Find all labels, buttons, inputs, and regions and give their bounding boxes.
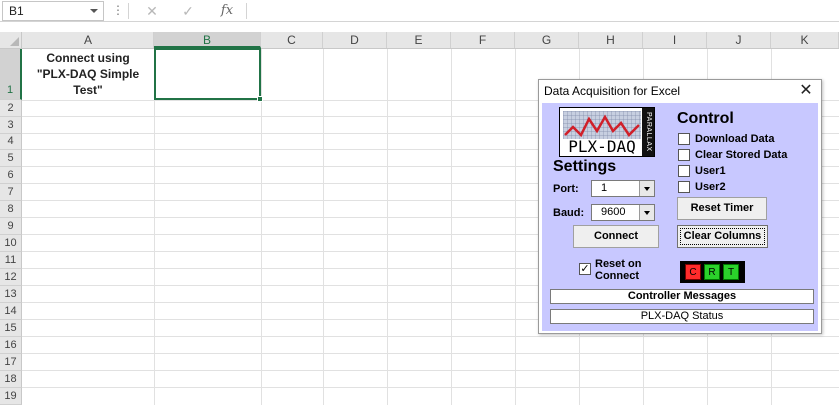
fill-handle[interactable] [257, 96, 263, 102]
clear-stored-data-checkbox[interactable] [678, 149, 690, 161]
gridline [22, 370, 839, 371]
user1-checkbox[interactable] [678, 165, 690, 177]
led-t-indicator: T [723, 264, 739, 280]
column-header-e[interactable]: E [387, 32, 451, 48]
row-header-3[interactable]: 3 [0, 117, 22, 134]
chevron-down-icon[interactable] [639, 205, 654, 220]
reset-on-connect-checkbox[interactable]: ✓ [579, 263, 591, 275]
port-label: Port: [553, 183, 579, 195]
clear-columns-button[interactable]: Clear Columns [677, 225, 768, 248]
cell-b1-selected[interactable] [154, 48, 263, 102]
reset-on-connect-label: Reset on Connect [595, 258, 641, 282]
logo-wave-graphic [563, 111, 641, 139]
connect-button[interactable]: Connect [573, 225, 659, 248]
status-leds: C R T [680, 261, 745, 283]
column-header-f[interactable]: F [451, 32, 515, 48]
row-header-8[interactable]: 8 [0, 201, 22, 218]
gridline [387, 49, 388, 405]
column-header-h[interactable]: H [579, 32, 643, 48]
row-header-16[interactable]: 16 [0, 337, 22, 354]
formula-bar-separator-2 [246, 3, 247, 19]
formula-input[interactable] [248, 1, 839, 21]
name-box-value: B1 [9, 4, 24, 18]
close-icon[interactable]: ✕ [797, 82, 815, 100]
download-data-checkbox[interactable] [678, 133, 690, 145]
user2-label: User2 [695, 181, 726, 193]
port-value: 1 [601, 182, 608, 194]
name-box-dropdown-icon[interactable] [90, 9, 98, 13]
reset-on-connect-line-2: Connect [595, 270, 639, 282]
cell-a1-line-3: Test" [73, 83, 103, 97]
settings-title: Settings [553, 158, 617, 175]
row-header-4[interactable]: 4 [0, 134, 22, 150]
led-r-indicator: R [704, 264, 720, 280]
gridline [22, 353, 839, 354]
gridline [154, 49, 155, 405]
gridline [451, 49, 452, 405]
row-header-11[interactable]: 11 [0, 252, 22, 269]
column-header-a[interactable]: A [23, 32, 154, 48]
column-header-j[interactable]: J [707, 32, 771, 48]
reset-on-connect-line-1: Reset on [595, 258, 642, 270]
reset-timer-button[interactable]: Reset Timer [677, 197, 767, 220]
formula-bar-separator [128, 3, 129, 19]
row-header-7[interactable]: 7 [0, 184, 22, 201]
formula-bar: B1 ⋮ ✕ ✓ fx [0, 0, 839, 22]
column-header-row: A B C D E F G H I J K [0, 32, 839, 49]
cancel-icon[interactable]: ✕ [142, 1, 162, 21]
baud-label: Baud: [553, 207, 585, 219]
user2-checkbox[interactable] [678, 181, 690, 193]
row-header-13[interactable]: 13 [0, 286, 22, 303]
column-header-c[interactable]: C [261, 32, 323, 48]
row-header-15[interactable]: 15 [0, 320, 22, 337]
row-header-2[interactable]: 2 [0, 100, 22, 117]
dialog-body: PLX-DAQ PARALLAX Settings Port: 1 Baud: … [542, 103, 818, 331]
insert-function-icon[interactable]: fx [217, 1, 237, 21]
cell-a1-line-2: "PLX-DAQ Simple [36, 67, 140, 81]
plx-daq-logo: PLX-DAQ PARALLAX [559, 107, 655, 157]
gridline [323, 49, 324, 405]
logo-wave-icon [563, 111, 641, 139]
dialog-title: Data Acquisition for Excel [544, 84, 681, 98]
row-header-9[interactable]: 9 [0, 218, 22, 235]
user1-label: User1 [695, 165, 726, 177]
row-header-19[interactable]: 19 [0, 388, 22, 405]
row-header-12[interactable]: 12 [0, 269, 22, 286]
column-header-i[interactable]: I [643, 32, 707, 48]
row-header-14[interactable]: 14 [0, 303, 22, 320]
baud-select[interactable]: 9600 [591, 204, 655, 221]
column-header-k[interactable]: K [771, 32, 839, 48]
clear-stored-data-label: Clear Stored Data [695, 149, 788, 161]
enter-icon[interactable]: ✓ [178, 1, 198, 21]
download-data-label: Download Data [695, 133, 775, 145]
row-header-10[interactable]: 10 [0, 235, 22, 252]
gridline [22, 387, 839, 388]
gridline [261, 49, 262, 405]
column-header-b[interactable]: B [154, 32, 261, 48]
gridline [515, 49, 516, 405]
more-options-icon[interactable]: ⋮ [112, 2, 124, 20]
led-c-indicator: C [685, 264, 701, 280]
port-select[interactable]: 1 [591, 180, 655, 197]
row-header-1[interactable]: 1 [0, 49, 22, 100]
select-all-corner[interactable] [0, 32, 22, 48]
plx-daq-dialog: Data Acquisition for Excel ✕ PLX-DAQ PAR [538, 79, 822, 334]
controller-messages-box: Controller Messages [550, 289, 814, 304]
baud-value: 9600 [601, 206, 626, 218]
row-header-18[interactable]: 18 [0, 371, 22, 388]
control-title: Control [677, 110, 734, 127]
gridline [22, 336, 839, 337]
cell-a1[interactable]: Connect using "PLX-DAQ Simple Test" [23, 50, 153, 99]
cell-a1-line-1: Connect using [46, 51, 130, 65]
row-header-17[interactable]: 17 [0, 354, 22, 371]
column-header-g[interactable]: G [515, 32, 579, 48]
name-box[interactable]: B1 [2, 1, 104, 21]
column-header-d[interactable]: D [323, 32, 387, 48]
plx-daq-status-box: PLX-DAQ Status [550, 309, 814, 324]
logo-vertical-text: PARALLAX [642, 108, 654, 156]
chevron-down-icon[interactable] [639, 181, 654, 196]
row-header-5[interactable]: 5 [0, 150, 22, 167]
row-header-6[interactable]: 6 [0, 167, 22, 184]
logo-text: PLX-DAQ [568, 137, 636, 156]
